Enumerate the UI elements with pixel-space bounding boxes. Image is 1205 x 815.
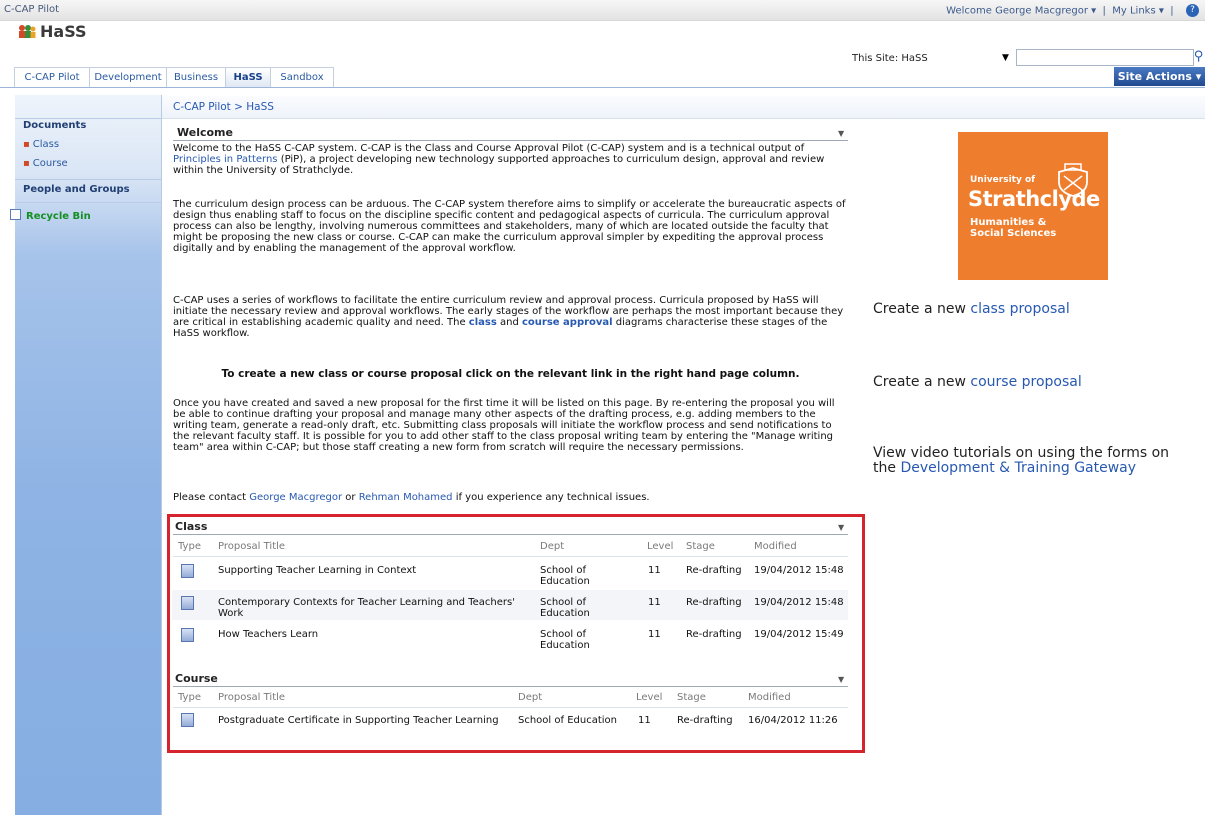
welcome-paragraph-1: Welcome to the HaSS C-CAP system. C-CAP … (173, 143, 825, 176)
welcome-paragraph-4: Once you have created and saved a new pr… (173, 398, 835, 453)
recycle-bin-icon (10, 209, 21, 220)
tab-sandbox[interactable]: Sandbox (270, 67, 334, 87)
training-gateway-link[interactable]: Development & Training Gateway (900, 460, 1136, 476)
my-links-menu[interactable]: My Links ▾ (1112, 6, 1164, 17)
welcome-paragraph-3: C-CAP uses a series of workflows to faci… (173, 295, 844, 339)
sidebar-item-course[interactable]: ▪ Course (23, 158, 68, 169)
rehman-mohamed-link[interactable]: Rehman Mohamed (359, 492, 453, 503)
site-title[interactable]: HaSS (40, 22, 87, 41)
chevron-down-icon[interactable]: ▼ (838, 129, 844, 138)
site-actions-menu[interactable]: Site Actions ▾ (1114, 67, 1205, 86)
search-input[interactable] (1016, 49, 1194, 66)
top-right-links: Welcome George Macgregor ▾ | My Links ▾ … (946, 4, 1199, 17)
help-icon[interactable]: ? (1186, 4, 1199, 17)
global-top-bar: C-CAP Pilot Welcome George Macgregor ▾ |… (0, 0, 1205, 21)
contact-paragraph: Please contact George Macgregor or Rehma… (173, 492, 650, 503)
site-name-link[interactable]: C-CAP Pilot (4, 4, 59, 15)
chevron-down-icon: ▾ (1091, 5, 1097, 17)
sidebar-heading-people-groups[interactable]: People and Groups (23, 184, 130, 195)
divider (15, 179, 161, 180)
highlight-box (167, 514, 865, 753)
george-macgregor-link[interactable]: George Macgregor (249, 492, 342, 503)
welcome-menu[interactable]: Welcome George Macgregor ▾ (946, 6, 1096, 17)
breadcrumb-bar (162, 96, 1205, 119)
tab-business[interactable]: Business (166, 67, 226, 87)
divider (15, 202, 161, 203)
search-icon[interactable]: ⚲ (1192, 48, 1205, 65)
tab-c-cap-pilot[interactable]: C-CAP Pilot (14, 67, 90, 87)
class-diagram-link[interactable]: class (469, 317, 497, 328)
breadcrumb[interactable]: C-CAP Pilot > HaSS (173, 101, 274, 113)
instruction-text: To create a new class or course proposal… (221, 368, 800, 380)
create-course-text: Create a new course proposal (873, 374, 1082, 390)
principles-in-patterns-link[interactable]: Principles in Patterns (173, 154, 278, 165)
tab-development[interactable]: Development (89, 67, 167, 87)
quick-launch-sidebar: Documents ▪ Class ▪ Course People and Grou… (15, 95, 162, 815)
logo-text: Humanities & Social Sciences (970, 217, 1057, 239)
chevron-down-icon[interactable]: ▼ (1002, 53, 1009, 63)
divider (15, 118, 161, 119)
tab-hass[interactable]: HaSS (225, 67, 271, 87)
logo-text: Strathclyde (968, 187, 1100, 211)
people-logo-icon (19, 25, 36, 38)
chevron-down-icon: ▾ (1158, 5, 1164, 17)
search-scope-select[interactable]: This Site: HaSS (852, 53, 928, 64)
sidebar-item-class[interactable]: ▪ Class (23, 139, 59, 150)
course-proposal-link[interactable]: course proposal (970, 374, 1081, 390)
create-class-text: Create a new class proposal (873, 301, 1070, 317)
welcome-heading: Welcome (177, 126, 233, 139)
sidebar-heading-documents[interactable]: Documents (23, 120, 86, 131)
course-approval-diagram-link[interactable]: course approval (522, 317, 613, 328)
class-proposal-link[interactable]: class proposal (970, 301, 1069, 317)
logo-text: University of (970, 175, 1036, 185)
sidebar-item-recycle-bin[interactable]: Recycle Bin (10, 209, 91, 222)
video-tutorials-text: View video tutorials on using the forms … (873, 445, 1170, 476)
strathclyde-logo: University of Strathclyde Humanities & So… (958, 132, 1108, 280)
divider (173, 140, 848, 141)
welcome-paragraph-2: The curriculum design process can be ard… (173, 199, 846, 254)
